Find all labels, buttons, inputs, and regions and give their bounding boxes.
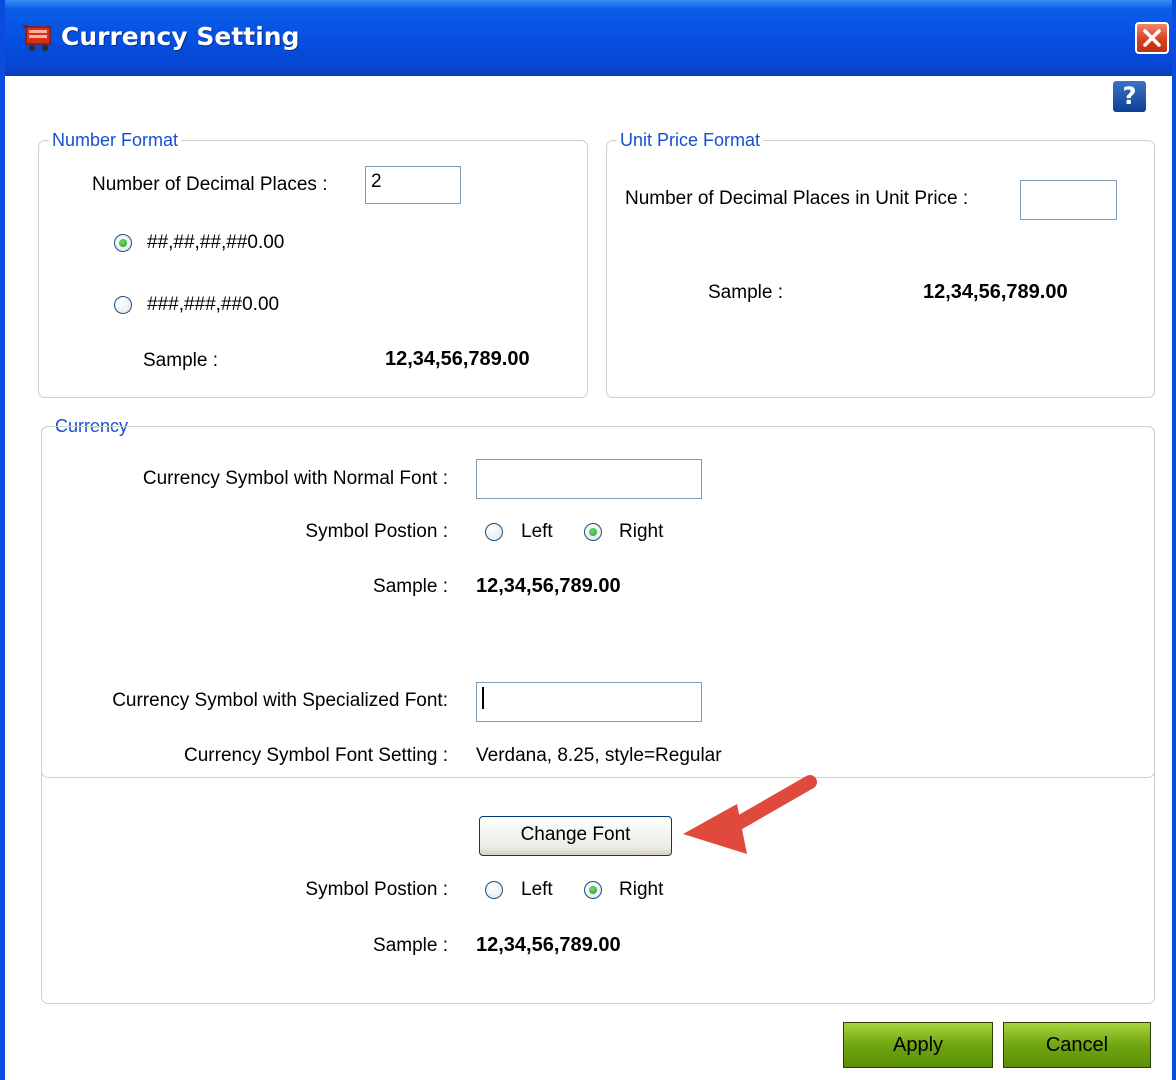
number-format-sample-label: Sample : xyxy=(143,350,218,371)
specialized-position-right-label: Right xyxy=(619,879,664,900)
unit-price-sample-label: Sample : xyxy=(708,282,783,303)
change-font-button[interactable]: Change Font xyxy=(479,816,672,856)
format-option-international-label: ###,###,##0.00 xyxy=(147,294,280,315)
format-option-indian-radio[interactable] xyxy=(114,234,132,252)
specialized-position-left-radio[interactable] xyxy=(485,881,503,899)
decimal-places-input[interactable]: 2 xyxy=(365,166,461,204)
unit-price-format-legend: Unit Price Format xyxy=(617,128,764,152)
specialized-sample-value: 12,34,56,789.00 xyxy=(476,934,621,956)
unit-price-sample-value: 12,34,56,789.00 xyxy=(923,281,1068,303)
specialized-position-left-label: Left xyxy=(521,879,553,900)
help-button[interactable]: ? xyxy=(1113,81,1146,112)
shopping-cart-icon xyxy=(23,25,51,51)
unit-price-decimal-input[interactable] xyxy=(1020,180,1117,220)
close-icon xyxy=(1143,29,1161,47)
annotation-arrow xyxy=(683,775,817,854)
unit-price-format-group: Unit Price Format Number of Decimal Plac… xyxy=(606,128,1155,398)
apply-button[interactable]: Apply xyxy=(843,1022,993,1068)
format-option-indian-label: ##,##,##,##0.00 xyxy=(147,232,285,253)
currency-group-lower: Change Font Symbol Postion : Left Right … xyxy=(41,426,1155,1004)
format-option-international-radio[interactable] xyxy=(114,296,132,314)
number-format-group: Number Format Number of Decimal Places :… xyxy=(38,128,588,398)
title-bar: Currency Setting xyxy=(5,0,1172,76)
number-format-legend: Number Format xyxy=(49,128,182,152)
close-button[interactable] xyxy=(1135,22,1169,54)
cancel-button[interactable]: Cancel xyxy=(1003,1022,1151,1068)
specialized-position-right-radio[interactable] xyxy=(584,881,602,899)
decimal-places-label: Number of Decimal Places : xyxy=(92,174,328,195)
currency-setting-window: Currency Setting ? Number Format Number … xyxy=(0,0,1176,1080)
window-title: Currency Setting xyxy=(61,22,300,51)
specialized-position-label: Symbol Postion : xyxy=(305,879,448,900)
specialized-sample-label: Sample : xyxy=(373,935,448,956)
number-format-sample-value: 12,34,56,789.00 xyxy=(385,348,530,370)
unit-price-decimal-label: Number of Decimal Places in Unit Price : xyxy=(625,188,969,209)
